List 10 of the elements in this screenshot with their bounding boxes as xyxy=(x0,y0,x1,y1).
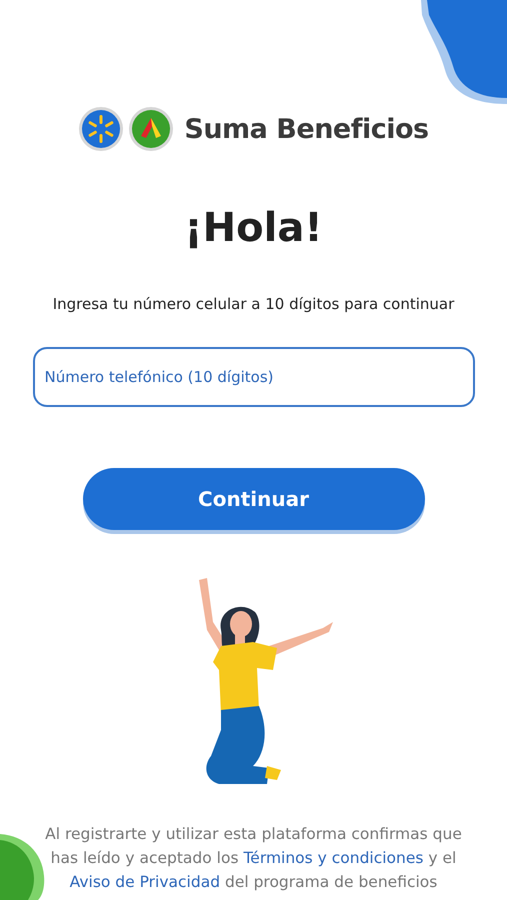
greeting-title: ¡Hola! xyxy=(184,208,323,248)
terms-link[interactable]: Aviso de Privacidad xyxy=(70,873,220,891)
chevron-logo-icon xyxy=(128,106,174,152)
phone-input-field[interactable]: Número telefónico (10 dígitos) xyxy=(32,347,474,407)
continue-button[interactable]: Continuar xyxy=(82,468,424,530)
spark-logo-icon xyxy=(78,106,124,152)
brand-name: Suma Beneficios xyxy=(184,114,429,144)
terms-text: Al registrarte y utilizar esta plataforma confirmas que has leído y aceptado los Términos y condiciones y el Aviso de Privacidad del programa de beneficios xyxy=(44,824,463,893)
terms-link[interactable]: Términos y condiciones xyxy=(243,849,424,867)
instruction-text: Ingresa tu número celular a 10 dígitos para continuar xyxy=(52,295,454,313)
